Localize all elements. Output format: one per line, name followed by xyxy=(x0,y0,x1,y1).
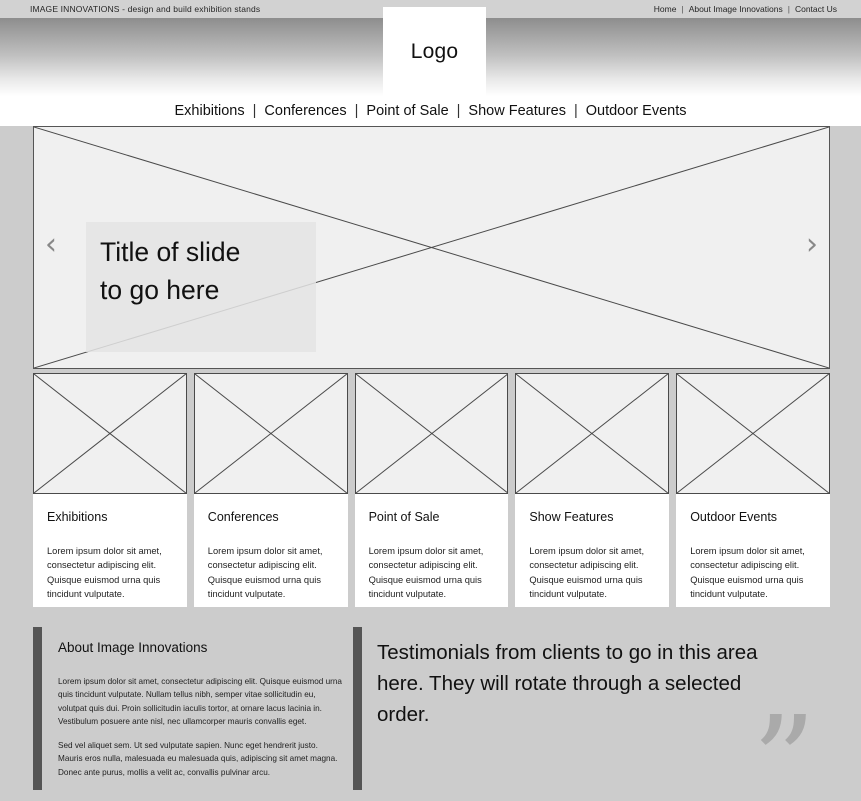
feature-card-body: Lorem ipsum dolor sit amet, consectetur … xyxy=(529,546,645,600)
feature-card-body: Lorem ipsum dolor sit amet, consectetur … xyxy=(690,546,805,600)
logo[interactable]: Logo xyxy=(383,7,486,96)
utility-nav: Home | About Image Innovations | Contact… xyxy=(654,4,837,14)
nav-separator: | xyxy=(252,103,257,119)
about-accent-bar xyxy=(33,627,42,790)
main-nav: Exhibitions | Conferences | Point of Sal… xyxy=(0,96,861,126)
hero-slider[interactable]: ‹ › Title of slide to go here xyxy=(33,126,830,369)
feature-card-outdoor-events: Outdoor Events Lorem ipsum dolor sit ame… xyxy=(676,494,830,607)
hero-caption: Title of slide to go here xyxy=(86,222,316,352)
testimonials-accent-bar xyxy=(353,627,362,790)
feature-card-body: Lorem ipsum dolor sit amet, consectetur … xyxy=(207,546,323,600)
feature-column: Conferences Lorem ipsum dolor sit amet, … xyxy=(193,373,348,607)
testimonials-text: Testimonials from clients to go in this … xyxy=(377,641,758,727)
thumbnail-placeholder-outdoor-events[interactable] xyxy=(676,373,830,494)
utility-nav-contact[interactable]: Contact Us xyxy=(795,4,837,14)
thumbnail-placeholder-exhibitions[interactable] xyxy=(33,373,187,494)
nav-separator: | xyxy=(456,103,461,119)
feature-column: Exhibitions Lorem ipsum dolor sit amet, … xyxy=(33,373,187,607)
image-placeholder-icon xyxy=(34,374,186,493)
feature-columns: Exhibitions Lorem ipsum dolor sit amet, … xyxy=(33,373,830,607)
feature-card-exhibitions: Exhibitions Lorem ipsum dolor sit amet, … xyxy=(33,494,187,607)
testimonials-section: Testimonials from clients to go in this … xyxy=(377,637,797,730)
utility-nav-home[interactable]: Home xyxy=(654,4,677,14)
about-section: About Image Innovations Lorem ipsum dolo… xyxy=(58,640,343,790)
image-placeholder-icon xyxy=(194,374,347,493)
about-paragraph-2: Sed vel aliquet sem. Ut sed vulputate sa… xyxy=(58,741,338,777)
feature-card-title: Conferences xyxy=(207,510,279,524)
nav-item-conferences[interactable]: Conferences xyxy=(264,103,346,119)
nav-separator: | xyxy=(354,103,359,119)
quotation-mark-icon: ” xyxy=(752,690,816,801)
image-placeholder-icon xyxy=(355,374,508,493)
feature-card-point-of-sale: Point of Sale Lorem ipsum dolor sit amet… xyxy=(354,494,509,607)
feature-card-title: Point of Sale xyxy=(368,510,440,524)
logo-text: Logo xyxy=(410,39,459,63)
nav-item-outdoor-events[interactable]: Outdoor Events xyxy=(586,103,687,119)
feature-card-conferences: Conferences Lorem ipsum dolor sit amet, … xyxy=(193,494,348,607)
about-paragraph-1: Lorem ipsum dolor sit amet, consectetur … xyxy=(58,677,342,726)
site-tagline: IMAGE INNOVATIONS - design and build exh… xyxy=(30,4,261,14)
thumbnail-placeholder-point-of-sale[interactable] xyxy=(354,373,509,494)
utility-nav-separator: | xyxy=(787,4,790,14)
utility-nav-separator: | xyxy=(681,4,684,14)
feature-card-body: Lorem ipsum dolor sit amet, consectetur … xyxy=(368,546,484,600)
image-placeholder-icon xyxy=(516,374,669,493)
nav-item-exhibitions[interactable]: Exhibitions xyxy=(175,103,245,119)
feature-card-show-features: Show Features Lorem ipsum dolor sit amet… xyxy=(515,494,670,607)
feature-column: Show Features Lorem ipsum dolor sit amet… xyxy=(515,373,670,607)
thumbnail-placeholder-show-features[interactable] xyxy=(515,373,670,494)
feature-card-title: Show Features xyxy=(529,510,614,524)
nav-item-point-of-sale[interactable]: Point of Sale xyxy=(366,103,448,119)
hero-title-line-2: to go here xyxy=(100,274,220,305)
feature-card-title: Exhibitions xyxy=(47,510,108,524)
utility-nav-about[interactable]: About Image Innovations xyxy=(689,4,783,14)
image-placeholder-icon xyxy=(677,374,829,493)
feature-card-body: Lorem ipsum dolor sit amet, consectetur … xyxy=(47,546,162,600)
hero-title-line-1: Title of slide xyxy=(100,237,241,267)
nav-item-show-features[interactable]: Show Features xyxy=(468,103,566,119)
chevron-left-icon[interactable]: ‹ xyxy=(45,230,57,260)
feature-card-title: Outdoor Events xyxy=(690,510,778,524)
feature-column: Outdoor Events Lorem ipsum dolor sit ame… xyxy=(676,373,830,607)
thumbnail-placeholder-conferences[interactable] xyxy=(193,373,348,494)
nav-separator: | xyxy=(573,103,578,119)
about-title: About Image Innovations xyxy=(58,640,208,655)
feature-column: Point of Sale Lorem ipsum dolor sit amet… xyxy=(354,373,509,607)
chevron-right-icon[interactable]: › xyxy=(806,230,818,260)
